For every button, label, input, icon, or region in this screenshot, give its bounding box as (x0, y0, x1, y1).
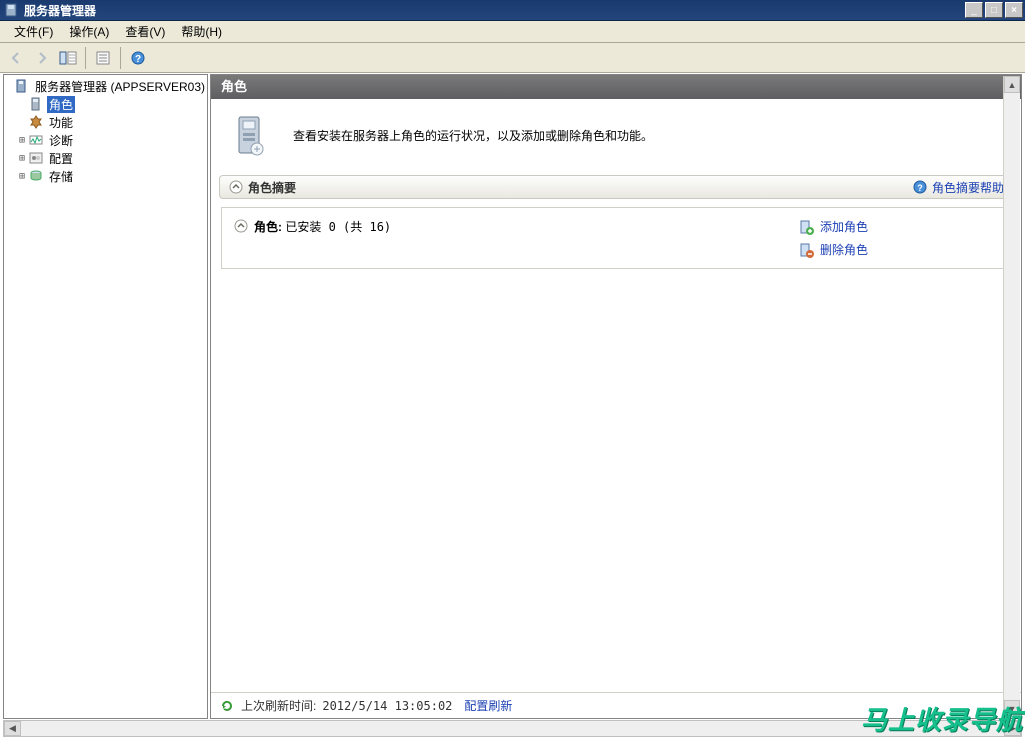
tree-item-diagnostics[interactable]: ⊞ 诊断 (4, 131, 207, 149)
content-footer: 上次刷新时间: 2012/5/14 13:05:02 配置刷新 (211, 692, 1021, 718)
remove-role-link[interactable]: 删除角色 (798, 241, 998, 258)
window-title: 服务器管理器 (24, 2, 965, 19)
horizontal-scrollbar[interactable]: ◀ ▶ (3, 720, 1022, 737)
menu-help[interactable]: 帮助(H) (173, 21, 230, 42)
tree-root-label: 服务器管理器 (APPSERVER03) (33, 78, 207, 95)
scroll-right-button[interactable]: ▶ (1004, 721, 1021, 736)
roles-icon (28, 96, 44, 112)
refresh-icon (219, 698, 235, 714)
content-header: 角色 (211, 75, 1021, 99)
expand-icon[interactable]: ⊞ (16, 135, 28, 146)
properties-button[interactable] (91, 46, 115, 70)
toolbar-separator (85, 47, 86, 69)
app-icon (4, 2, 20, 18)
menu-action[interactable]: 操作(A) (61, 21, 117, 42)
tree-roles-label: 角色 (47, 96, 75, 113)
help-button[interactable]: ? (126, 46, 150, 70)
roles-summary-help-link[interactable]: ? 角色摘要帮助 (912, 179, 1004, 196)
tree-item-roles[interactable]: 角色 (4, 95, 207, 113)
tree-item-features[interactable]: 功能 (4, 113, 207, 131)
roles-actions: 添加角色 删除角色 (798, 218, 998, 258)
content-pane: 角色 查看安装在服务器上角色的运行状况，以及添加或删除角色和功能。 角色摘要 (210, 74, 1022, 719)
menubar: 文件(F) 操作(A) 查看(V) 帮助(H) (0, 21, 1025, 43)
close-button[interactable]: × (1005, 2, 1023, 18)
main-split: 服务器管理器 (APPSERVER03) 角色 功能 ⊞ (0, 73, 1025, 719)
help-icon: ? (912, 179, 928, 195)
toolbar: ? (0, 43, 1025, 73)
last-refresh-time: 2012/5/14 13:05:02 (322, 699, 452, 713)
diagnostics-icon (28, 132, 44, 148)
tree-item-configuration[interactable]: ⊞ 配置 (4, 149, 207, 167)
expand-icon[interactable]: ⊞ (16, 153, 28, 164)
forward-button[interactable] (30, 46, 54, 70)
menu-view[interactable]: 查看(V) (117, 21, 173, 42)
collapse-up-icon[interactable] (228, 179, 244, 195)
vertical-scrollbar[interactable]: ▲ ▼ (1003, 76, 1020, 717)
tree: 服务器管理器 (APPSERVER03) 角色 功能 ⊞ (4, 75, 207, 187)
intro-row: 查看安装在服务器上角色的运行状况，以及添加或删除角色和功能。 (211, 99, 1021, 175)
minimize-button[interactable]: _ (965, 2, 983, 18)
last-refresh-label: 上次刷新时间: (241, 697, 316, 714)
server-large-icon (227, 111, 275, 159)
remove-role-label: 删除角色 (820, 241, 868, 258)
configuration-icon (28, 150, 44, 166)
tree-item-storage[interactable]: ⊞ 存储 (4, 167, 207, 185)
window-controls: _ □ × (965, 0, 1025, 20)
tree-diagnostics-label: 诊断 (47, 132, 75, 149)
window-titlebar: 服务器管理器 _ □ × (0, 0, 1025, 21)
roles-label: 角色: 已安装 0 (共 16) (254, 218, 391, 235)
svg-text:?: ? (135, 54, 141, 65)
collapse-up-icon[interactable] (234, 219, 248, 236)
expand-icon[interactable]: ⊞ (16, 171, 28, 182)
server-manager-icon (14, 78, 30, 94)
add-role-icon (798, 219, 814, 235)
features-icon (28, 114, 44, 130)
roles-count-row: 角色: 已安装 0 (共 16) (234, 218, 798, 258)
maximize-button[interactable]: □ (985, 2, 1003, 18)
show-hide-tree-button[interactable] (56, 46, 80, 70)
svg-text:?: ? (917, 183, 923, 193)
scroll-left-button[interactable]: ◀ (4, 721, 21, 736)
add-role-label: 添加角色 (820, 218, 868, 235)
remove-role-icon (798, 242, 814, 258)
tree-root[interactable]: 服务器管理器 (APPSERVER03) (4, 77, 207, 95)
menu-file[interactable]: 文件(F) (6, 21, 61, 42)
tree-features-label: 功能 (47, 114, 75, 131)
scroll-track-h[interactable] (21, 721, 1004, 736)
section-title: 角色摘要 (248, 179, 912, 196)
intro-text: 查看安装在服务器上角色的运行状况，以及添加或删除角色和功能。 (293, 127, 653, 144)
roles-summary-box: 角色: 已安装 0 (共 16) 添加角色 删除角色 (221, 207, 1011, 269)
add-role-link[interactable]: 添加角色 (798, 218, 998, 235)
tree-configuration-label: 配置 (47, 150, 75, 167)
scroll-down-button[interactable]: ▼ (1004, 700, 1020, 717)
back-button[interactable] (4, 46, 28, 70)
roles-summary-bar[interactable]: 角色摘要 ? 角色摘要帮助 (219, 175, 1013, 199)
scroll-up-button[interactable]: ▲ (1004, 76, 1020, 93)
toolbar-separator-2 (120, 47, 121, 69)
help-link-label: 角色摘要帮助 (932, 179, 1004, 196)
tree-pane[interactable]: 服务器管理器 (APPSERVER03) 角色 功能 ⊞ (3, 74, 208, 719)
tree-storage-label: 存储 (47, 168, 75, 185)
scroll-track[interactable] (1004, 93, 1020, 700)
configure-refresh-link[interactable]: 配置刷新 (464, 697, 512, 714)
storage-icon (28, 168, 44, 184)
